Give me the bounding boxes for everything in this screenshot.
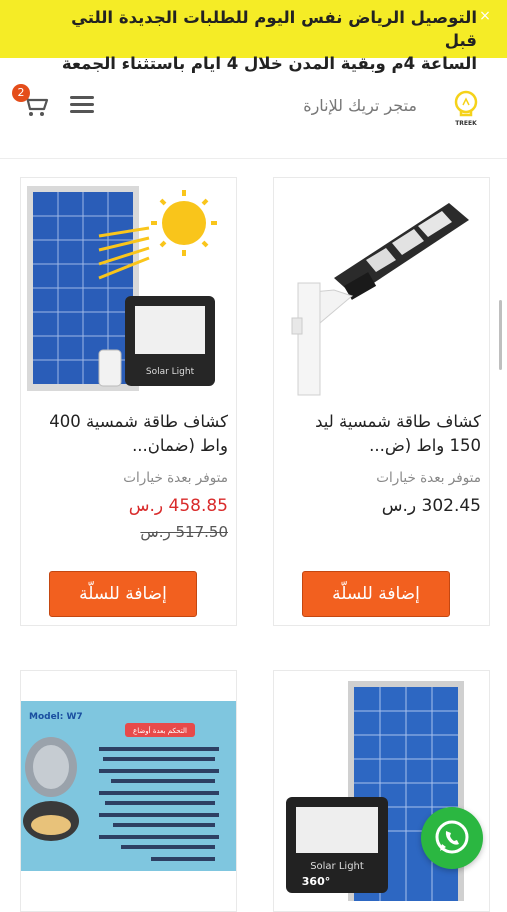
svg-text:Model: W7: Model: W7 xyxy=(29,712,83,722)
availability-text: متوفر بعدة خيارات xyxy=(376,470,481,486)
availability-text: متوفر بعدة خيارات xyxy=(123,470,228,486)
announcement-banner: × التوصيل الرياض نفس اليوم للطلبات الجدي… xyxy=(0,0,507,73)
cart-button[interactable]: 2 xyxy=(12,84,50,120)
svg-text:Solar Light: Solar Light xyxy=(310,861,364,872)
svg-text:360°: 360° xyxy=(302,875,330,888)
product-title[interactable]: كشاف طاقة شمسية 400 واط (ضمان... xyxy=(29,410,228,458)
product-title[interactable]: كشاف طاقة شمسية ليد 150 واط (ض... xyxy=(282,410,481,458)
bulb-logo-icon: TREEK xyxy=(454,90,478,127)
close-icon[interactable]: × xyxy=(476,7,494,25)
product-price: 302.45 ر.س xyxy=(381,496,481,516)
product-image[interactable] xyxy=(274,178,489,398)
svg-text:التحكم بعدة أوضاع: التحكم بعدة أوضاع xyxy=(133,726,187,735)
svg-text:Solar Light: Solar Light xyxy=(146,367,195,377)
product-card[interactable]: Solar Light كشاف طاقة شمسية 400 واط (ضما… xyxy=(20,177,237,626)
product-image[interactable]: Model: W7 التحكم بعدة أوضاع xyxy=(21,671,236,891)
product-card[interactable]: كشاف طاقة شمسية ليد 150 واط (ض... متوفر … xyxy=(273,177,490,626)
store-name[interactable]: متجر تريك للإنارة xyxy=(303,96,417,115)
store-logo[interactable]: TREEK xyxy=(449,88,483,128)
product-image[interactable]: Solar Light xyxy=(21,178,236,398)
page-scrollbar[interactable] xyxy=(499,300,502,370)
cart-count-badge: 2 xyxy=(12,84,30,102)
product-card[interactable]: Solar Light 360° xyxy=(273,670,490,912)
whatsapp-button[interactable] xyxy=(421,807,483,869)
original-price: 517.50 ر.س xyxy=(140,523,228,541)
add-to-cart-button[interactable]: إضافة للسلّة xyxy=(49,571,197,617)
whatsapp-icon xyxy=(435,820,469,854)
logo-text: TREEK xyxy=(455,120,477,127)
product-card[interactable]: Model: W7 التحكم بعدة أوضاع xyxy=(20,670,237,912)
hamburger-icon[interactable] xyxy=(70,96,94,114)
sale-price: 458.85 ر.س xyxy=(128,496,228,516)
add-to-cart-button[interactable]: إضافة للسلّة xyxy=(302,571,450,617)
